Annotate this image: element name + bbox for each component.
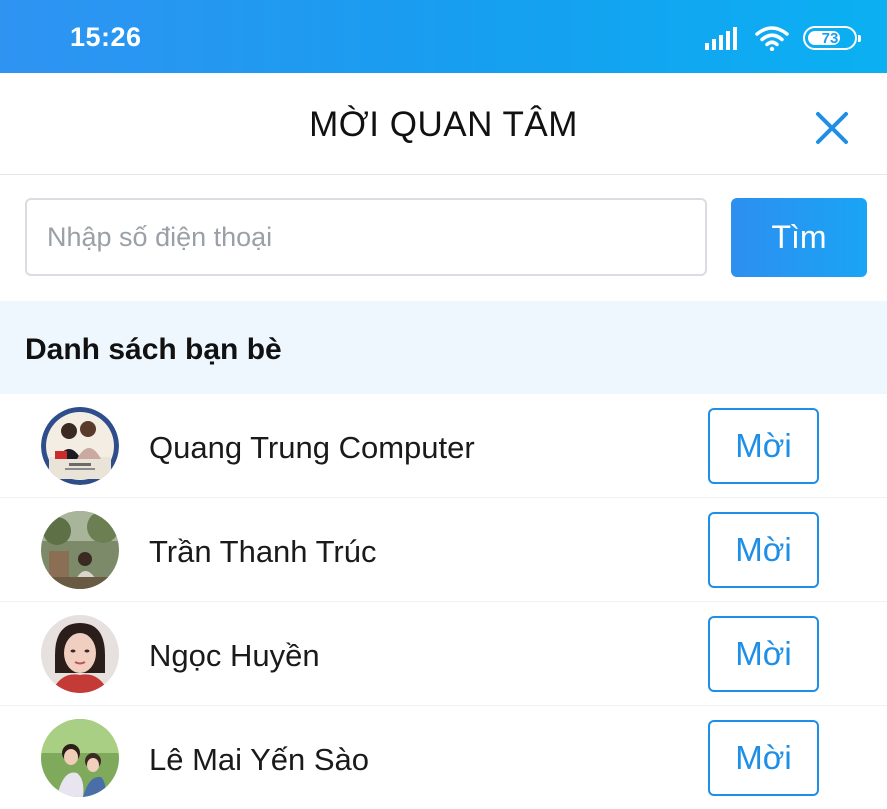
search-button[interactable]: Tìm (731, 198, 867, 277)
friend-name: Lê Mai Yến Sào (149, 742, 370, 777)
invite-button[interactable]: Mời (708, 616, 819, 692)
section-title: Danh sách bạn bè (25, 333, 282, 366)
friend-row: Ngọc Huyền Mời (0, 602, 887, 706)
avatar-image (41, 719, 119, 797)
friends-section-header: Danh sách bạn bè (0, 301, 887, 394)
friend-name: Ngọc Huyền (149, 638, 320, 673)
avatar[interactable] (41, 407, 119, 485)
signal-icon (705, 27, 737, 50)
status-time: 15:26 (70, 22, 142, 52)
friend-row: Trần Thanh Trúc Mời (0, 498, 887, 602)
avatar-image (41, 407, 119, 485)
avatar-image (41, 615, 119, 693)
invite-button[interactable]: Mời (708, 512, 819, 588)
invite-button[interactable]: Mời (708, 720, 819, 796)
avatar[interactable] (41, 719, 119, 797)
invite-button[interactable]: Mời (708, 408, 819, 484)
header: MỜI QUAN TÂM (0, 73, 887, 175)
friend-name: Quang Trung Computer (149, 430, 475, 465)
status-icons: 73 (705, 23, 861, 53)
friend-row: Quang Trung Computer Mời (0, 394, 887, 498)
battery-icon: 73 (803, 26, 861, 50)
status-bar: 15:26 73 (0, 0, 887, 73)
page-title: MỜI QUAN TÂM (309, 105, 578, 144)
friend-name: Trần Thanh Trúc (149, 534, 377, 569)
close-icon (816, 112, 848, 144)
phone-search-input[interactable] (25, 198, 707, 276)
friend-row: Lê Mai Yến Sào Mời (0, 706, 887, 809)
friend-list: Quang Trung Computer Mời Trần Thanh Trúc… (0, 394, 887, 809)
close-button[interactable] (810, 106, 854, 150)
avatar-image (41, 511, 119, 589)
avatar[interactable] (41, 615, 119, 693)
wifi-icon (755, 26, 789, 51)
avatar[interactable] (41, 511, 119, 589)
battery-level: 73 (821, 29, 839, 47)
